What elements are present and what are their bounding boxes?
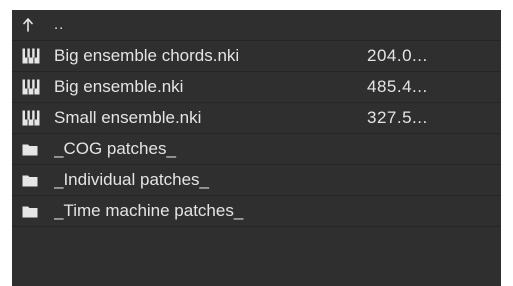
parent-directory-row[interactable]: ..	[12, 10, 501, 41]
file-size: 204.0...	[367, 46, 428, 65]
file-browser-panel: .. Big ensemble chords.nki 204.0... Big …	[12, 10, 501, 286]
piano-keys-icon	[22, 79, 40, 95]
piano-keys-icon	[22, 48, 40, 64]
folder-name: _Time machine patches_	[54, 201, 244, 220]
file-name: Small ensemble.nki	[54, 108, 202, 127]
folder-name: _COG patches_	[54, 139, 176, 158]
file-row[interactable]: Big ensemble chords.nki 204.0...	[12, 41, 501, 72]
file-size: 327.5...	[367, 108, 428, 127]
folder-icon	[12, 174, 54, 187]
file-row[interactable]: Big ensemble.nki 485.4...	[12, 72, 501, 103]
folder-row[interactable]: _Individual patches_	[12, 165, 501, 196]
folder-row[interactable]: _Time machine patches_	[12, 196, 501, 227]
folder-icon-svg	[22, 206, 38, 217]
up-arrow-icon[interactable]	[12, 18, 54, 32]
folder-name: _Individual patches_	[54, 170, 210, 189]
folder-icon-svg	[22, 144, 38, 155]
file-size: 485.4...	[367, 77, 428, 96]
instrument-icon	[12, 110, 54, 126]
instrument-icon	[12, 79, 54, 95]
folder-icon	[12, 143, 54, 156]
piano-keys-icon	[22, 110, 40, 126]
folder-row[interactable]: _COG patches_	[12, 134, 501, 165]
up-arrow-icon-svg	[23, 18, 33, 32]
file-name: Big ensemble.nki	[54, 77, 184, 96]
file-name: Big ensemble chords.nki	[54, 46, 240, 65]
folder-icon	[12, 205, 54, 218]
file-row[interactable]: Small ensemble.nki 327.5...	[12, 103, 501, 134]
parent-directory-label: ..	[54, 15, 65, 33]
folder-icon-svg	[22, 175, 38, 186]
instrument-icon	[12, 48, 54, 64]
